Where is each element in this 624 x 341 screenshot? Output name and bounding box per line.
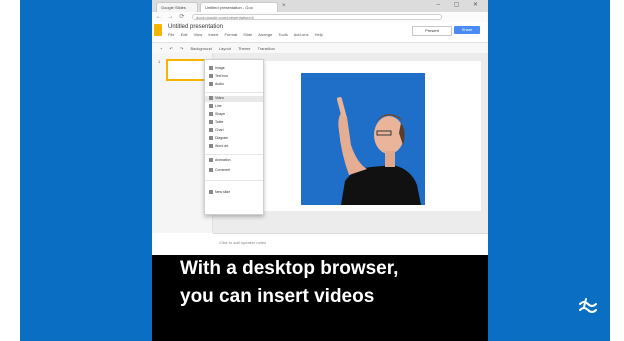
menu-help[interactable]: Help bbox=[315, 32, 323, 37]
menu-item-comment[interactable]: Comment bbox=[209, 168, 259, 174]
text-box-icon bbox=[209, 74, 213, 79]
image-icon bbox=[209, 66, 213, 71]
presenter-image bbox=[301, 73, 425, 205]
tab-google-slides[interactable]: Google Slides bbox=[156, 2, 198, 12]
background-button[interactable]: Background bbox=[190, 46, 211, 51]
menu-bar: File Edit View Insert Format Slide Arran… bbox=[168, 32, 328, 37]
notes-placeholder: Click to add speaker notes bbox=[219, 240, 267, 245]
comment-icon bbox=[209, 168, 213, 173]
new-slide-button[interactable]: + bbox=[160, 46, 162, 51]
line-icon bbox=[209, 104, 213, 109]
menu-divider bbox=[205, 154, 263, 155]
redo-icon[interactable]: ↷ bbox=[180, 46, 183, 51]
menu-divider bbox=[205, 92, 263, 93]
slide-thumbnail[interactable] bbox=[166, 59, 206, 81]
slides-app: Untitled presentation File Edit View Ins… bbox=[152, 22, 488, 255]
video-icon bbox=[209, 96, 213, 101]
menu-format[interactable]: Format bbox=[224, 32, 237, 37]
menu-divider bbox=[205, 180, 263, 181]
menu-file[interactable]: File bbox=[168, 32, 174, 37]
menu-item-animation[interactable]: Animation bbox=[209, 158, 259, 164]
caption-line-2: you can insert videos bbox=[180, 286, 375, 307]
menu-item-diagram[interactable]: Diagram bbox=[209, 136, 259, 142]
menu-item-table[interactable]: Table bbox=[209, 120, 259, 126]
caption-overlay: With a desktop browser, you can insert v… bbox=[152, 255, 488, 341]
menu-item-audio[interactable]: Audio bbox=[209, 82, 259, 88]
menu-tools[interactable]: Tools bbox=[278, 32, 287, 37]
menu-item-new-slide[interactable]: New slide bbox=[209, 190, 259, 196]
close-tab-icon[interactable]: × bbox=[282, 3, 290, 11]
animation-icon bbox=[209, 158, 213, 163]
menu-insert[interactable]: Insert bbox=[208, 32, 218, 37]
diagram-icon bbox=[209, 136, 213, 141]
nav-buttons[interactable]: ← → ⟳ bbox=[156, 13, 186, 20]
layout-button[interactable]: Layout bbox=[219, 46, 231, 51]
theme-button[interactable]: Theme bbox=[238, 46, 250, 51]
transition-button[interactable]: Transition bbox=[257, 46, 274, 51]
audio-icon bbox=[209, 82, 213, 87]
slide-number: 1 bbox=[158, 59, 161, 64]
present-button[interactable]: Present bbox=[412, 26, 452, 36]
document-title[interactable]: Untitled presentation bbox=[168, 24, 223, 30]
menu-item-chart[interactable]: Chart bbox=[209, 128, 259, 134]
shape-icon bbox=[209, 112, 213, 117]
share-button[interactable]: Share bbox=[454, 26, 480, 34]
menu-item-shape[interactable]: Shape bbox=[209, 112, 259, 118]
tab-untitled-presentation[interactable]: Untitled presentation - Goo bbox=[200, 2, 278, 12]
undo-icon[interactable]: ↶ bbox=[169, 46, 172, 51]
table-icon bbox=[209, 120, 213, 125]
presenter-photo[interactable] bbox=[301, 73, 425, 205]
browser-window: Google Slides Untitled presentation - Go… bbox=[152, 0, 488, 255]
menu-addons[interactable]: Add-ons bbox=[294, 32, 309, 37]
menu-edit[interactable]: Edit bbox=[181, 32, 188, 37]
menu-slide[interactable]: Slide bbox=[243, 32, 252, 37]
speaker-notes[interactable]: Click to add speaker notes bbox=[213, 233, 488, 255]
window-controls[interactable]: – ▢ ✕ bbox=[437, 1, 484, 8]
chart-icon bbox=[209, 128, 213, 133]
insert-menu-dropdown: Image Text box Audio Video Line Shape Ta… bbox=[204, 59, 264, 215]
menu-item-line[interactable]: Line bbox=[209, 104, 259, 110]
caption-line-1: With a desktop browser, bbox=[180, 258, 399, 279]
url-input[interactable]: docs.google.com/presentation/d/ bbox=[192, 14, 442, 20]
tab-strip: Google Slides Untitled presentation - Go… bbox=[152, 0, 488, 12]
menu-item-video[interactable]: Video bbox=[205, 96, 263, 102]
channel-logo-icon[interactable] bbox=[576, 296, 600, 316]
new-slide-icon bbox=[209, 190, 213, 195]
menu-view[interactable]: View bbox=[194, 32, 203, 37]
menu-arrange[interactable]: Arrange bbox=[258, 32, 272, 37]
menu-item-text-box[interactable]: Text box bbox=[209, 74, 259, 80]
menu-item-image[interactable]: Image bbox=[209, 66, 259, 72]
slides-logo-icon[interactable] bbox=[154, 24, 162, 36]
word-art-icon bbox=[209, 144, 213, 149]
menu-item-word-art[interactable]: Word art bbox=[209, 144, 259, 150]
